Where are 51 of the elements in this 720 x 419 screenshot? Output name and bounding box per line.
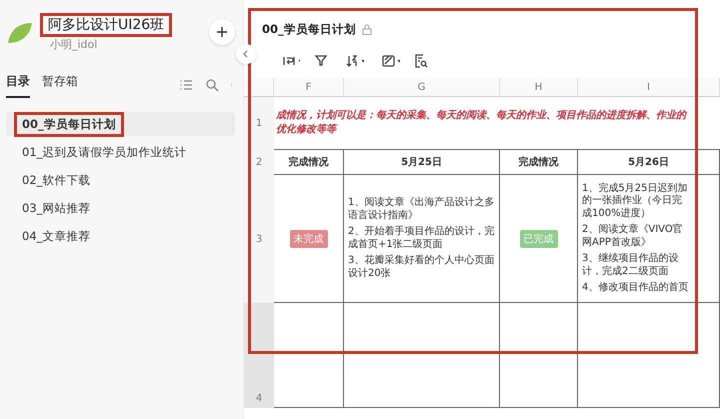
plan-text: 3、继续项目作品的设计，完成2二级页面 xyxy=(582,253,680,278)
plan-text: 4、修改项目作品的首页 xyxy=(582,282,689,294)
owner-name: 小明_idol xyxy=(49,36,98,52)
corner-cell[interactable] xyxy=(244,78,274,97)
outline-item[interactable]: 01_迟到及请假学员加作业统计 xyxy=(6,140,235,164)
outline-item[interactable]: 02_软件下载 xyxy=(6,168,235,192)
column-header[interactable]: G xyxy=(344,78,500,97)
table-header: 5月26日 xyxy=(628,156,669,169)
row-number[interactable]: 1 xyxy=(244,97,274,150)
plan-text: 3、花瓣采集好看的个人中心页面设计20张 xyxy=(348,255,495,280)
plan-text: 1、完成5月25日迟到加的一张插作业（今日完成100%进度） xyxy=(582,182,688,220)
space-title: 阿多比设计UI26班 xyxy=(40,12,172,36)
plan-text: 2、开始着手项目作品的设计，完成首页+1张二级页面 xyxy=(348,226,495,251)
plan-text: 1、阅读文章《出海产品设计之多语言设计指南》 xyxy=(348,197,495,222)
document-search-icon[interactable] xyxy=(414,54,428,68)
status-tag: 未完成 xyxy=(290,230,328,248)
table-cell[interactable] xyxy=(578,303,720,408)
row-number[interactable]: 4 xyxy=(244,303,274,408)
table-cell[interactable] xyxy=(274,303,344,408)
item-label: 04_文章推荐 xyxy=(21,228,92,245)
outline-item[interactable]: 00_学员每日计划 xyxy=(6,112,235,136)
table-cell[interactable] xyxy=(344,303,500,408)
status-tag: 已完成 xyxy=(520,230,558,248)
row-number[interactable]: 2 xyxy=(244,150,274,175)
table-cell[interactable] xyxy=(500,303,578,408)
table-header: 完成情况 xyxy=(518,155,558,169)
table-header: 完成情况 xyxy=(288,155,328,169)
add-button[interactable] xyxy=(209,19,235,45)
column-header[interactable]: F xyxy=(274,78,344,97)
banner-text: 成情况，计划可以是：每天的采集、每天的阅读、每天的作业、项目作品的进度拆解、作业的优化修改等等 xyxy=(274,97,720,150)
item-label: 03_网站推荐 xyxy=(21,200,92,217)
list-icon[interactable] xyxy=(179,78,193,92)
sidebar-tab[interactable]: 暂存箱 xyxy=(42,72,78,98)
item-label: 02_软件下载 xyxy=(21,172,92,189)
plan-text: 2、阅读文章《VIVO官网APP首改版》 xyxy=(582,224,684,249)
column-header[interactable]: I xyxy=(578,78,720,97)
item-label: 01_迟到及请假学员加作业统计 xyxy=(21,144,188,161)
outline-item[interactable]: 03_网站推荐 xyxy=(6,196,235,220)
lock-icon xyxy=(362,24,372,34)
column-header[interactable]: H xyxy=(500,78,578,97)
outline-item[interactable]: 04_文章推荐 xyxy=(6,224,235,248)
document-title: 00_学员每日计划 xyxy=(262,22,356,36)
search-icon[interactable] xyxy=(205,78,219,92)
filter-icon[interactable] xyxy=(314,54,328,68)
row-number[interactable]: 3 xyxy=(244,175,274,303)
table-header: 5月25日 xyxy=(401,156,442,169)
sidebar-tab[interactable]: 目录 xyxy=(6,72,30,98)
item-label: 00_学员每日计划 xyxy=(16,114,122,134)
plus-icon xyxy=(216,26,228,38)
chevron-left-icon xyxy=(242,50,250,58)
collapse-button[interactable] xyxy=(236,44,256,64)
